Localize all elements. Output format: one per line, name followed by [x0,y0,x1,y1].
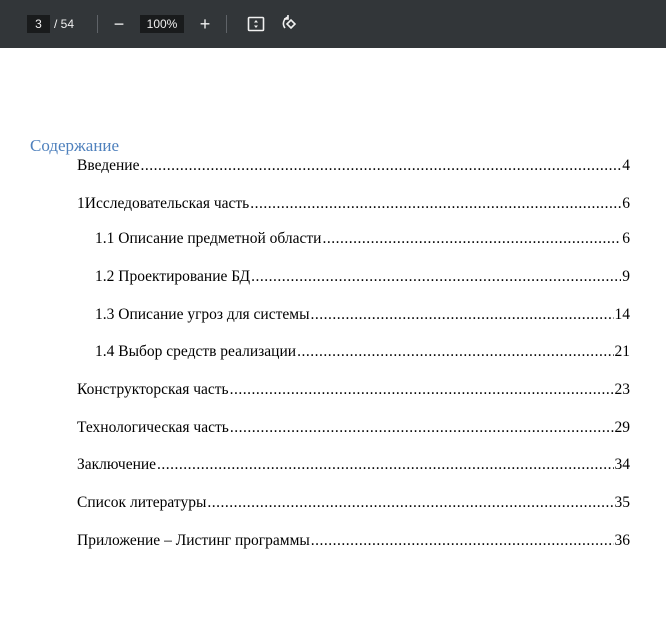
toc-entry-page: 4 [622,157,630,174]
rotate-button[interactable] [279,0,301,48]
toc-leader-dots [311,306,614,324]
toc-leader-dots [311,532,614,550]
page-number-input[interactable]: 3 [27,15,50,33]
divider [97,15,98,33]
toc-entry-label: Приложение – Листинг программы [77,532,310,549]
toc-entry-page: 6 [622,230,630,247]
toc-leader-dots [230,381,614,399]
toc-entry-label: Конструкторская часть [77,381,229,398]
pdf-toolbar: 3 / 54 − 100% + [0,0,666,48]
divider [226,15,227,33]
toc-entry-page: 34 [614,456,631,473]
toc-entry-label: Список литературы [77,494,207,511]
toc-entry-label: 1.4 Выбор средств реализации [95,343,297,360]
toc-entry[interactable]: Заключение 34 [77,456,630,474]
toc-leader-dots [250,195,621,213]
toc-leader-dots [140,157,621,175]
toc-entry-page: 9 [622,268,630,285]
toc-entry[interactable]: 1.1 Описание предметной области 6 [95,230,630,248]
toc-entry-page: 36 [614,532,631,549]
toc-leader-dots [297,343,613,361]
toc-title: Содержание [30,136,120,155]
toc-leader-dots [207,494,613,512]
toc-entry-label: Технологическая часть [77,419,229,436]
toc-entry-page: 21 [614,343,631,360]
toc-entry-page: 29 [614,419,631,436]
toc-entry[interactable]: Конструкторская часть 23 [77,381,630,399]
toc-leader-dots [230,419,614,437]
zoom-level: 100% [146,17,178,31]
zoom-out-button[interactable]: − [108,0,130,48]
toc-entry-page: 23 [614,381,631,398]
toc-entry[interactable]: 1.2 Проектирование БД 9 [95,268,630,286]
toc-entry-label: 1.3 Описание угроз для системы [95,306,310,323]
toc-entry[interactable]: Введение 4 [77,157,630,175]
toc-entry-label: 1.1 Описание предметной области [95,230,322,247]
toc-entry[interactable]: 1.4 Выбор средств реализации 21 [95,343,630,361]
toc-entry-label: 1Исследовательская часть [77,195,250,212]
toc-entry-page: 35 [614,494,631,511]
toc-entry-page: 14 [614,306,631,323]
fit-page-icon [247,16,265,32]
toc-leader-dots [251,268,621,286]
toc-entry[interactable]: Список литературы 35 [77,494,630,512]
zoom-in-button[interactable]: + [194,0,216,48]
toc-leader-dots [157,456,613,474]
toc-entry[interactable]: Приложение – Листинг программы 36 [77,532,630,550]
document-page: Содержание Введение 4 1Исследовательская ч… [0,48,666,641]
rotate-icon [282,15,297,30]
toc-entry[interactable]: 1Исследовательская часть 6 [77,195,630,213]
zoom-level-input[interactable]: 100% [140,15,184,33]
toc-entry-page: 6 [622,195,630,212]
toc-entry[interactable]: Технологическая часть 29 [77,419,630,437]
toc-entry-label: Введение [77,157,140,174]
toc-entry-label: 1.2 Проектирование БД [95,268,251,285]
total-pages: / 54 [54,17,75,31]
toc-entry-label: Заключение [77,456,157,473]
toc-leader-dots [322,230,621,248]
fit-page-button[interactable] [245,0,267,48]
current-page: 3 [35,17,42,31]
toc-entry[interactable]: 1.3 Описание угроз для системы 14 [95,306,630,324]
